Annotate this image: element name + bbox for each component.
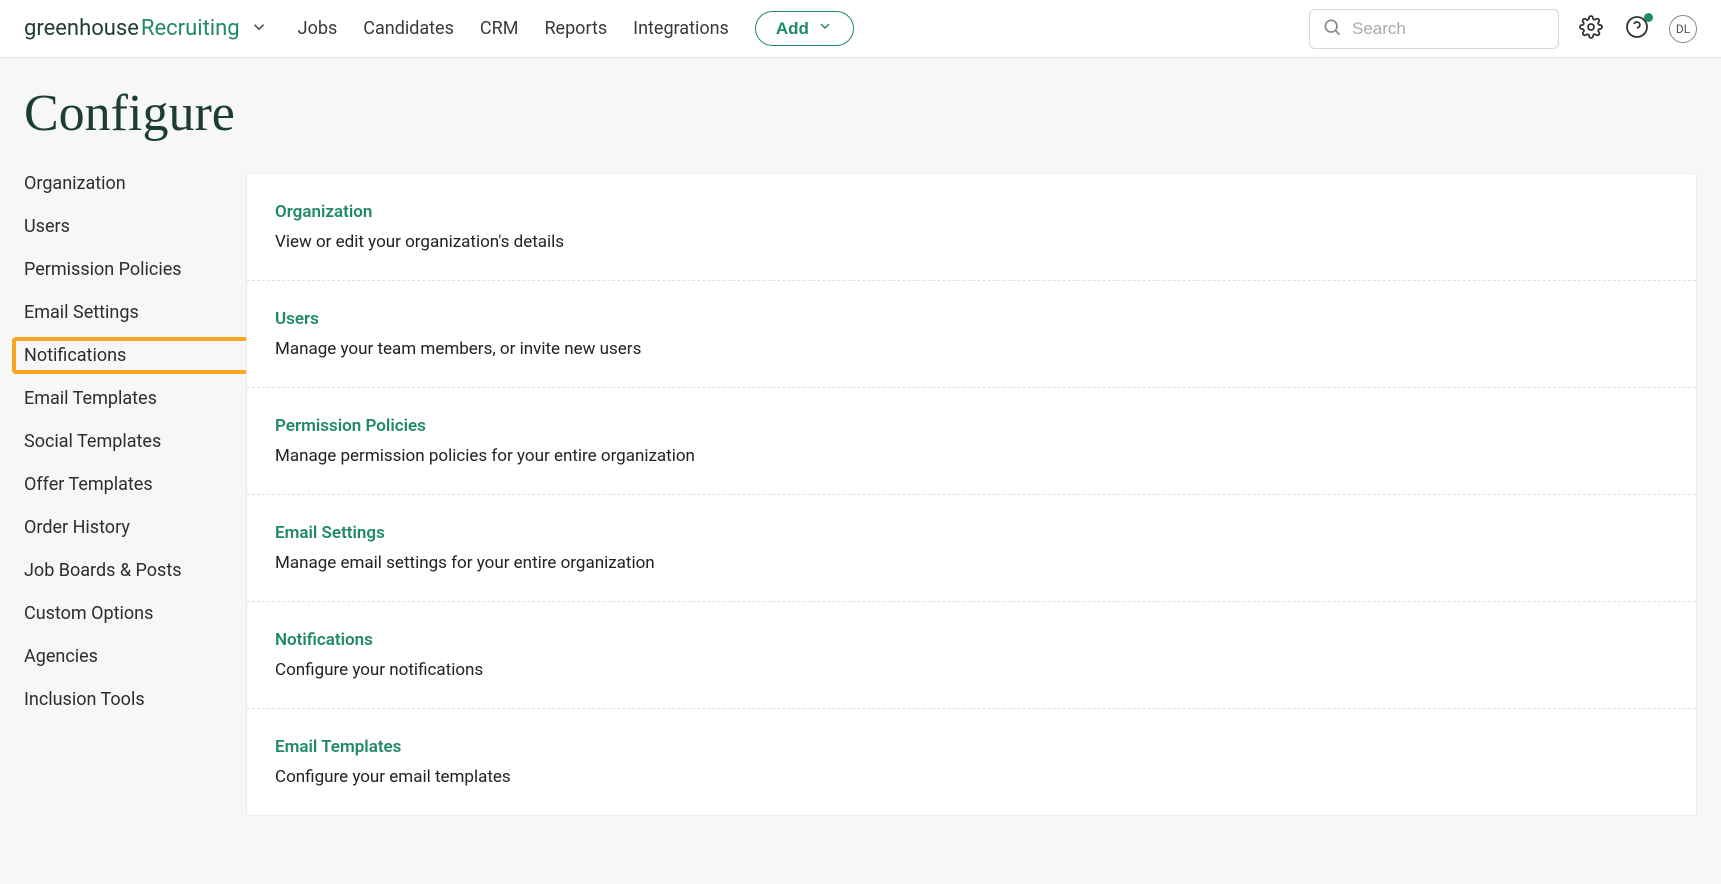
sidebar-item-notifications[interactable]: Notifications xyxy=(12,337,258,374)
section-title-link[interactable]: Notifications xyxy=(275,630,373,650)
section-description: Manage permission policies for your enti… xyxy=(275,446,1668,466)
main-layout: Organization Users Permission Policies Emai… xyxy=(0,173,1721,856)
section-users: Users Manage your team members, or invite… xyxy=(247,309,1696,388)
chevron-down-icon xyxy=(250,18,268,40)
sidebar-item-email-templates[interactable]: Email Templates xyxy=(24,388,246,409)
user-avatar[interactable]: DL xyxy=(1669,15,1697,43)
content-card: Organization View or edit your organizati… xyxy=(246,173,1697,816)
add-button[interactable]: Add xyxy=(755,11,854,46)
search-icon xyxy=(1322,17,1342,41)
sidebar-item-custom-options[interactable]: Custom Options xyxy=(24,603,246,624)
logo: greenhouseRecruiting xyxy=(24,16,240,41)
section-description: View or edit your organization's details xyxy=(275,232,1668,252)
nav-integrations[interactable]: Integrations xyxy=(633,18,729,39)
section-organization: Organization View or edit your organizati… xyxy=(247,202,1696,281)
sidebar-item-agencies[interactable]: Agencies xyxy=(24,646,246,667)
sidebar-item-email-settings[interactable]: Email Settings xyxy=(24,302,246,323)
sidebar-item-offer-templates[interactable]: Offer Templates xyxy=(24,474,246,495)
search-field[interactable] xyxy=(1309,9,1559,49)
logo-word2: Recruiting xyxy=(141,16,240,41)
sidebar-item-job-boards-posts[interactable]: Job Boards & Posts xyxy=(24,560,246,581)
topbar: greenhouseRecruiting Jobs Candidates CRM… xyxy=(0,0,1721,58)
section-email-templates: Email Templates Configure your email temp… xyxy=(247,737,1696,815)
section-description: Manage your team members, or invite new … xyxy=(275,339,1668,359)
section-permission-policies: Permission Policies Manage permission pol… xyxy=(247,416,1696,495)
section-title-link[interactable]: Email Templates xyxy=(275,737,401,757)
section-description: Configure your notifications xyxy=(275,660,1668,680)
sidebar-item-organization[interactable]: Organization xyxy=(24,173,246,194)
notification-dot xyxy=(1644,13,1653,22)
primary-nav: Jobs Candidates CRM Reports Integrations xyxy=(298,18,729,39)
chevron-down-icon xyxy=(817,18,833,39)
section-title-link[interactable]: Organization xyxy=(275,202,372,222)
gear-icon xyxy=(1579,15,1603,43)
section-description: Manage email settings for your entire or… xyxy=(275,553,1668,573)
help-button[interactable] xyxy=(1623,15,1651,43)
nav-crm[interactable]: CRM xyxy=(480,18,519,39)
section-title-link[interactable]: Permission Policies xyxy=(275,416,426,436)
section-email-settings: Email Settings Manage email settings for … xyxy=(247,523,1696,602)
logo-word1: greenhouse xyxy=(24,16,139,41)
search-input[interactable] xyxy=(1352,19,1573,39)
section-description: Configure your email templates xyxy=(275,767,1668,787)
sidebar-item-permission-policies[interactable]: Permission Policies xyxy=(24,259,246,280)
sidebar-item-users[interactable]: Users xyxy=(24,216,246,237)
nav-candidates[interactable]: Candidates xyxy=(363,18,454,39)
nav-reports[interactable]: Reports xyxy=(544,18,607,39)
sidebar-item-order-history[interactable]: Order History xyxy=(24,517,246,538)
sidebar-item-social-templates[interactable]: Social Templates xyxy=(24,431,246,452)
settings-button[interactable] xyxy=(1577,15,1605,43)
nav-jobs[interactable]: Jobs xyxy=(298,18,338,39)
sidebar: Organization Users Permission Policies Emai… xyxy=(24,173,246,710)
section-notifications: Notifications Configure your notification… xyxy=(247,630,1696,709)
brand-switcher[interactable]: greenhouseRecruiting xyxy=(24,16,268,41)
page-title: Configure xyxy=(0,58,1721,173)
sidebar-item-inclusion-tools[interactable]: Inclusion Tools xyxy=(24,689,246,710)
section-title-link[interactable]: Email Settings xyxy=(275,523,385,543)
add-button-label: Add xyxy=(776,19,809,39)
section-title-link[interactable]: Users xyxy=(275,309,319,329)
